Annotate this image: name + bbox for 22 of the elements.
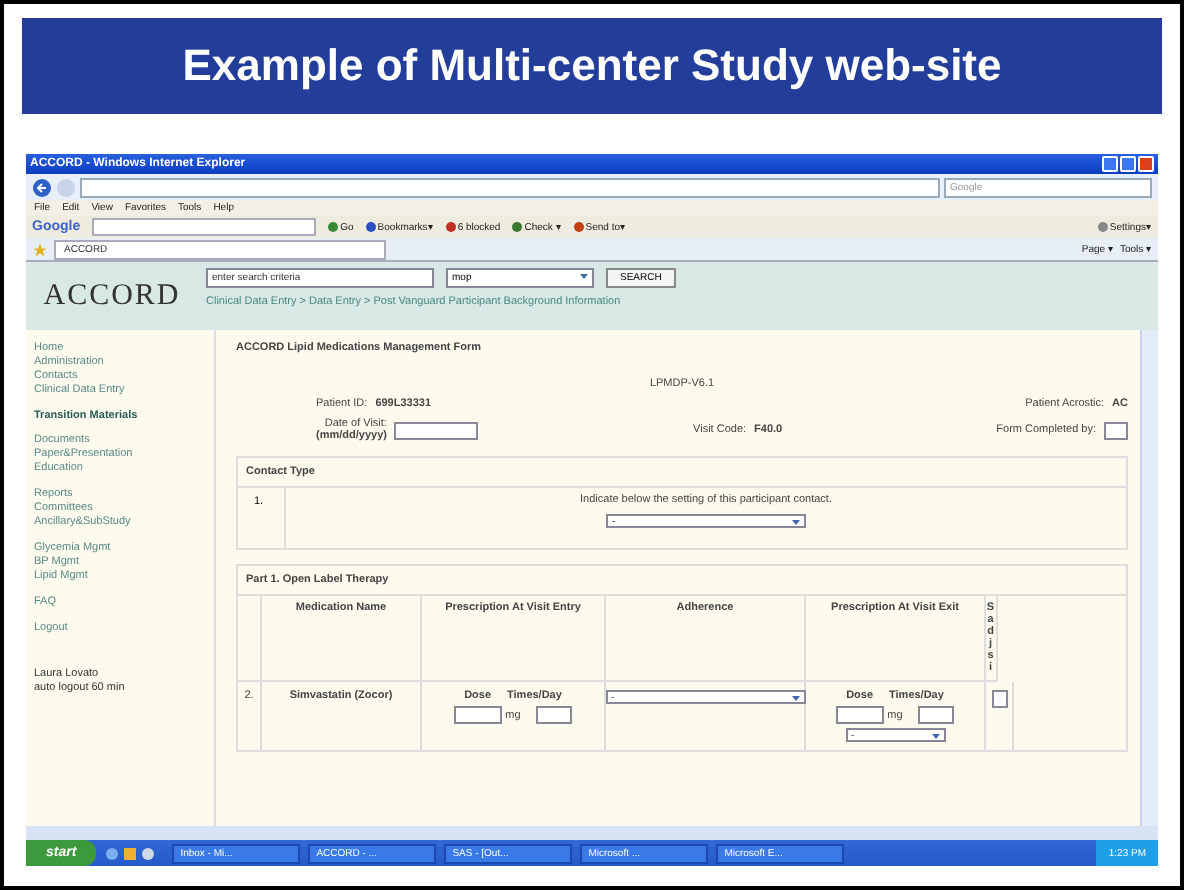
completed-by-input[interactable] — [1104, 421, 1128, 439]
site-logo[interactable]: ACCORD — [26, 262, 198, 330]
minimize-button[interactable] — [1102, 156, 1118, 172]
caret-icon — [578, 270, 590, 282]
caret-icon — [929, 730, 941, 743]
caret-icon — [790, 516, 802, 528]
vertical-scrollbar[interactable] — [1140, 330, 1158, 826]
address-field[interactable] — [80, 177, 940, 197]
times-input[interactable] — [918, 706, 955, 725]
dose-input[interactable] — [453, 706, 502, 725]
dose-input[interactable] — [835, 706, 884, 725]
maximize-button[interactable] — [1120, 156, 1136, 172]
caret-icon — [789, 692, 801, 705]
back-icon[interactable] — [32, 177, 52, 197]
date-input[interactable] — [394, 421, 479, 439]
horizontal-scrollbar[interactable] — [26, 826, 1158, 840]
favorites-star-icon[interactable] — [32, 241, 48, 257]
times-input[interactable] — [536, 706, 573, 725]
toolbar-search-field[interactable] — [92, 218, 317, 236]
adjust-input[interactable] — [991, 690, 1007, 709]
slide-title: Example of Multi-center Study web-site — [22, 18, 1162, 114]
close-button[interactable] — [1138, 156, 1154, 172]
